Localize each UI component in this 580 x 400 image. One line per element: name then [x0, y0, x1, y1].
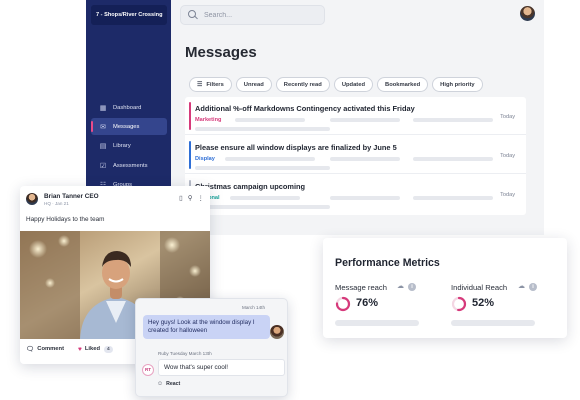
pin-icon[interactable]: ⚲ — [188, 194, 193, 202]
sidebar-item-messages[interactable]: ✉ Messages — [91, 118, 167, 135]
info-icon[interactable]: i — [529, 282, 537, 291]
dashboard-icon: ▦ — [99, 104, 107, 112]
placeholder-line — [235, 118, 305, 122]
page-title: Messages — [185, 44, 257, 61]
heart-icon[interactable]: ♥ — [78, 346, 82, 353]
metric-icons: ☁ i — [397, 282, 416, 291]
chat-thread-card: March 14th Hey guys! Look at the window … — [135, 298, 288, 397]
sidebar-item-assessments[interactable]: ☑ Assessments — [91, 157, 167, 174]
message-list: Additional %-off Markdowns Contingency a… — [185, 97, 526, 215]
reply-bubble: Wow that's super cool! — [158, 359, 285, 376]
message-tag: Display — [195, 156, 215, 162]
filter-label: Filters — [206, 81, 224, 88]
metric-value: 76% — [356, 297, 379, 309]
filter-bar: ☰ Filters Unread Recently read Updated B… — [189, 77, 483, 92]
bookmark-icon[interactable]: ▯ — [179, 194, 183, 202]
metric-icons: ☁ i — [518, 282, 537, 291]
placeholder-bar — [451, 320, 535, 326]
cloud-download-icon[interactable]: ☁ — [518, 282, 525, 291]
avatar[interactable] — [26, 193, 38, 205]
filter-chip-updated[interactable]: Updated — [333, 77, 374, 92]
assessments-icon: ☑ — [99, 162, 107, 170]
placeholder-line — [413, 118, 493, 122]
placeholder-line — [225, 157, 315, 161]
library-icon: ▤ — [99, 142, 107, 150]
sidebar-item-label: Dashboard — [113, 104, 142, 111]
message-title: Additional %-off Markdowns Contingency a… — [195, 104, 415, 113]
filter-chip-unread[interactable]: Unread — [235, 77, 272, 92]
placeholder-line — [195, 205, 330, 209]
metric-label: Individual Reach — [451, 283, 508, 292]
smiley-icon: ☺ — [157, 381, 164, 387]
placeholder-line — [413, 196, 493, 200]
placeholder-line — [195, 166, 330, 170]
filter-chip-high-priority[interactable]: High priority — [432, 77, 483, 92]
message-time: Today — [500, 153, 515, 159]
sliders-icon: ☰ — [197, 82, 203, 88]
placeholder-line — [413, 157, 493, 161]
search-icon — [186, 8, 200, 22]
performance-metrics-card: Performance Metrics Message reach ☁ i 76… — [323, 238, 567, 338]
sidebar-item-dashboard[interactable]: ▦ Dashboard — [91, 99, 167, 116]
placeholder-line — [195, 127, 330, 131]
metric-value: 52% — [472, 297, 495, 309]
info-icon[interactable]: i — [408, 282, 416, 291]
like-button[interactable]: Liked — [85, 346, 100, 352]
chat-bubble: Hey guys! Look at the window display I c… — [143, 315, 270, 339]
card-title: Performance Metrics — [335, 257, 440, 269]
react-button[interactable]: ☺ React — [157, 381, 180, 387]
placeholder-bar — [335, 320, 419, 326]
post-footer: 🗨︎ Comment ♥ Liked 4 — [26, 345, 113, 353]
message-row[interactable]: Christmas campaign upcoming Seasonal Tod… — [185, 175, 526, 213]
post-text: Happy Holidays to the team — [26, 216, 105, 223]
initials-avatar[interactable]: RT — [142, 364, 154, 376]
metric-label: Message reach — [335, 283, 387, 292]
user-avatar[interactable] — [520, 6, 535, 21]
message-time: Today — [500, 114, 515, 120]
messages-icon: ✉ — [100, 123, 106, 131]
priority-bar — [189, 141, 191, 169]
store-selector[interactable]: 7 - Shops/River Crossing — [91, 5, 167, 25]
filter-chip-filters[interactable]: ☰ Filters — [189, 77, 232, 92]
sidebar-item-library[interactable]: ▤ Library — [91, 137, 167, 154]
search-input[interactable] — [204, 11, 324, 19]
message-time: Today — [500, 192, 515, 198]
like-count: 4 — [104, 345, 113, 353]
progress-ring — [451, 296, 467, 312]
filter-chip-recently-read[interactable]: Recently read — [275, 77, 330, 92]
placeholder-line — [330, 157, 400, 161]
react-label: React — [166, 381, 181, 387]
message-meta: Ruby Tuesday March 13th — [158, 351, 212, 356]
message-row[interactable]: Additional %-off Markdowns Contingency a… — [185, 97, 526, 135]
post-actions: ▯ ⚲ ⋮ — [179, 194, 204, 202]
message-title: Please ensure all window displays are fi… — [195, 143, 397, 152]
sidebar-item-label: Messages — [113, 123, 140, 130]
avatar[interactable] — [270, 325, 284, 339]
topbar: ▭ ◷ 🔔︎ — [171, 0, 544, 30]
post-meta: HQ · Jan 21 — [44, 201, 69, 206]
comment-icon[interactable]: 🗨︎ — [26, 345, 34, 353]
comment-button[interactable]: Comment — [37, 346, 64, 352]
sidebar-item-label: Assessments — [113, 162, 148, 169]
message-title: Christmas campaign upcoming — [195, 182, 306, 191]
cloud-download-icon[interactable]: ☁ — [397, 282, 404, 291]
sidebar-item-label: Library — [113, 142, 131, 149]
message-tag: Marketing — [195, 117, 222, 123]
search-box[interactable] — [180, 5, 325, 25]
more-icon[interactable]: ⋮ — [198, 194, 205, 202]
filter-chip-bookmarked[interactable]: Bookmarked — [377, 77, 429, 92]
post-author[interactable]: Brian Tanner CEO — [44, 193, 99, 200]
message-timestamp: March 14th — [242, 305, 265, 310]
progress-ring — [335, 296, 351, 312]
message-row[interactable]: Please ensure all window displays are fi… — [185, 136, 526, 174]
placeholder-line — [230, 196, 300, 200]
placeholder-line — [330, 118, 400, 122]
placeholder-line — [330, 196, 400, 200]
priority-bar — [189, 102, 191, 130]
